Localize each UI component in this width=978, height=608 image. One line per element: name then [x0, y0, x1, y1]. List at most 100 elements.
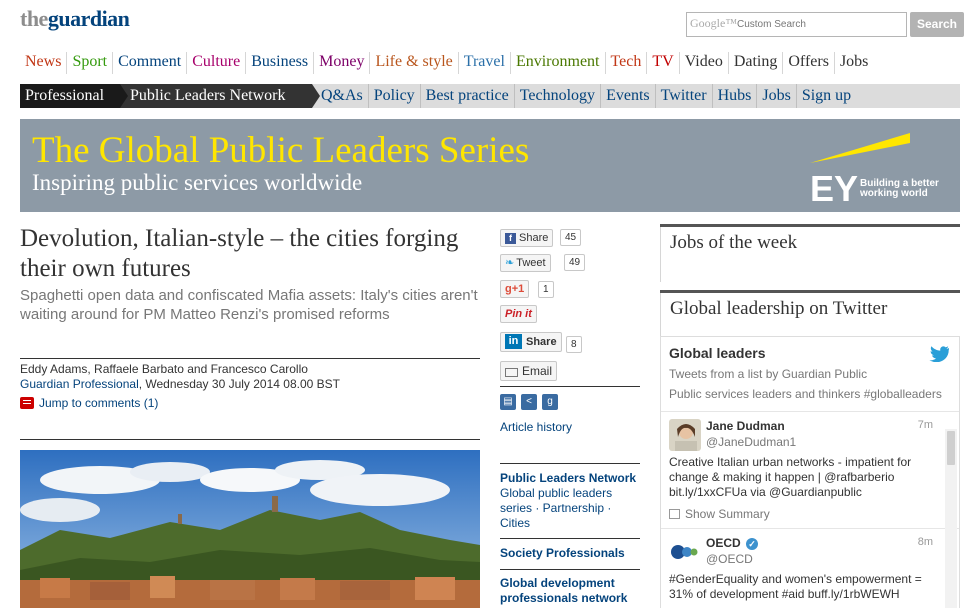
comments-link-label: Jump to comments (1): [39, 396, 159, 410]
nav-item-offers[interactable]: Offers: [782, 52, 834, 74]
tweet-time[interactable]: 7m: [918, 419, 933, 431]
nav-item-business[interactable]: Business: [245, 52, 313, 74]
tweet-handle[interactable]: @OECD: [706, 552, 753, 566]
related-society-professionals[interactable]: Society Professionals: [500, 546, 640, 561]
facebook-share-count: 45: [560, 229, 582, 246]
source-link[interactable]: Guardian Professional: [20, 377, 139, 391]
nav-item-travel[interactable]: Travel: [457, 52, 510, 74]
section-nav-technology[interactable]: Technology: [513, 84, 600, 108]
section-nav-best-practice[interactable]: Best practice: [419, 84, 514, 108]
tweet-text: Creative Italian urban networks - impati…: [669, 455, 912, 499]
envelope-icon: [505, 367, 518, 377]
section-nav-policy[interactable]: Policy: [367, 84, 420, 108]
nav-item-news[interactable]: News: [20, 52, 66, 74]
guardian-logo[interactable]: theguardian: [20, 6, 130, 32]
section-nav-events[interactable]: Events: [600, 84, 655, 108]
section-nav-hubs[interactable]: Hubs: [711, 84, 757, 108]
tweet[interactable]: OECD ✓ @OECD 8m #GenderEquality and wome…: [669, 536, 941, 608]
breadcrumb-public-leaders-network[interactable]: Public Leaders Network: [120, 84, 312, 108]
section-rule: [660, 290, 960, 293]
linkedin-share-button[interactable]: in Share: [500, 332, 562, 352]
widget-title[interactable]: Global leaders: [669, 345, 765, 361]
article-photo: [20, 450, 480, 608]
nav-item-jobs[interactable]: Jobs: [833, 52, 873, 74]
nav-item-environment[interactable]: Environment: [509, 52, 605, 74]
summary-icon: [669, 509, 680, 519]
divider: [500, 569, 640, 570]
divider: [20, 439, 480, 440]
avatar[interactable]: [669, 536, 701, 568]
section-nav: Professional Public Leaders Network Q&As…: [20, 84, 960, 108]
article-tools: ▤ < g: [500, 394, 558, 410]
widget-description: Public services leaders and thinkers #gl…: [669, 387, 942, 401]
primary-nav: News Sport Comment Culture Business Money Life…: [20, 52, 873, 74]
divider: [20, 358, 480, 359]
facebook-share-button[interactable]: f Share: [500, 229, 554, 247]
linkedin-icon: in: [505, 334, 522, 349]
tweet-button[interactable]: ❧ Tweet: [500, 254, 551, 272]
section-rule: [660, 224, 960, 227]
nav-item-video[interactable]: Video: [678, 52, 728, 74]
nav-item-tech[interactable]: Tech: [604, 52, 647, 74]
section-nav-q-as[interactable]: Q&As: [316, 84, 368, 108]
google-plus-button[interactable]: g+1: [500, 280, 530, 298]
byline[interactable]: Eddy Adams, Raffaele Barbato and Frances…: [20, 362, 308, 376]
series-banner[interactable]: The Global Public Leaders Series Inspiri…: [20, 119, 960, 212]
related-global-development[interactable]: Global development professionals network: [500, 576, 640, 606]
related-head[interactable]: Public Leaders Network: [500, 471, 640, 486]
show-summary-link[interactable]: Show Summary: [669, 507, 770, 521]
jump-to-comments-link[interactable]: Jump to comments (1): [20, 396, 158, 410]
print-icon[interactable]: ▤: [500, 394, 516, 410]
google-plus-count: 1: [538, 281, 554, 298]
avatar[interactable]: [669, 419, 701, 451]
nav-item-tv[interactable]: TV: [646, 52, 678, 74]
article-standfirst: Spaghetti open data and confiscated Mafi…: [20, 287, 478, 323]
publish-date: , Wednesday 30 July 2014 08.00 BST: [138, 377, 340, 391]
google-plus-icon: g: [505, 283, 512, 295]
related-head[interactable]: Society Professionals: [500, 546, 640, 561]
article-title: Devolution, Italian-style – the cities f…: [20, 225, 459, 282]
tweet-handle[interactable]: @JaneDudman1: [706, 435, 796, 449]
related-links[interactable]: Global public leaders series · Partnersh…: [500, 486, 640, 531]
divider: [500, 463, 640, 464]
banner-subtitle: Inspiring public services worldwide: [32, 170, 363, 195]
related-head[interactable]: Global development professionals network: [500, 576, 640, 606]
section-nav-twitter[interactable]: Twitter: [654, 84, 712, 108]
twitter-heading: Global leadership on Twitter: [670, 298, 888, 319]
twitter-widget: Global leaders Tweets from a list by Gua…: [660, 336, 960, 608]
tweet-author[interactable]: OECD ✓: [706, 536, 759, 550]
related-public-leaders[interactable]: Public Leaders Network Global public lea…: [500, 471, 640, 531]
nav-item-culture[interactable]: Culture: [186, 52, 245, 74]
article-history-link[interactable]: Article history: [500, 420, 572, 434]
breadcrumb-professional[interactable]: Professional: [20, 84, 120, 108]
scrollbar-thumb[interactable]: [947, 431, 955, 465]
breadcrumb-arrow: [120, 84, 128, 108]
pinterest-button[interactable]: Pin it: [500, 305, 537, 323]
column-border: [660, 290, 661, 336]
twitter-bird-icon[interactable]: [929, 346, 949, 362]
section-nav-jobs[interactable]: Jobs: [756, 84, 795, 108]
comment-icon: [20, 397, 34, 409]
tweet[interactable]: Jane Dudman @JaneDudman1 7m Creative Ita…: [669, 419, 941, 529]
search-button[interactable]: Search: [910, 12, 964, 37]
tweet-time[interactable]: 8m: [918, 536, 933, 548]
nav-item-life-style[interactable]: Life & style: [369, 52, 457, 74]
share-icon[interactable]: <: [521, 394, 537, 410]
ey-tagline: Building a better working world: [860, 178, 939, 199]
email-button[interactable]: Email: [500, 361, 558, 381]
tweet-text: #GenderEquality and women's empowerment …: [669, 572, 922, 601]
tweet-author[interactable]: Jane Dudman: [706, 419, 785, 433]
facebook-icon: f: [505, 233, 516, 244]
logo-guardian: guardian: [47, 6, 130, 31]
nav-item-sport[interactable]: Sport: [66, 52, 112, 74]
google-icon[interactable]: g: [542, 394, 558, 410]
banner-title: The Global Public Leaders Series: [32, 130, 530, 171]
jobs-heading[interactable]: Jobs of the week: [670, 232, 797, 254]
column-border: [660, 224, 661, 282]
divider: [500, 538, 640, 539]
section-nav-sign-up[interactable]: Sign up: [795, 84, 856, 108]
nav-item-money[interactable]: Money: [313, 52, 369, 74]
nav-item-dating[interactable]: Dating: [727, 52, 783, 74]
ey-logo-text: EY: [810, 168, 858, 203]
nav-item-comment[interactable]: Comment: [112, 52, 186, 74]
